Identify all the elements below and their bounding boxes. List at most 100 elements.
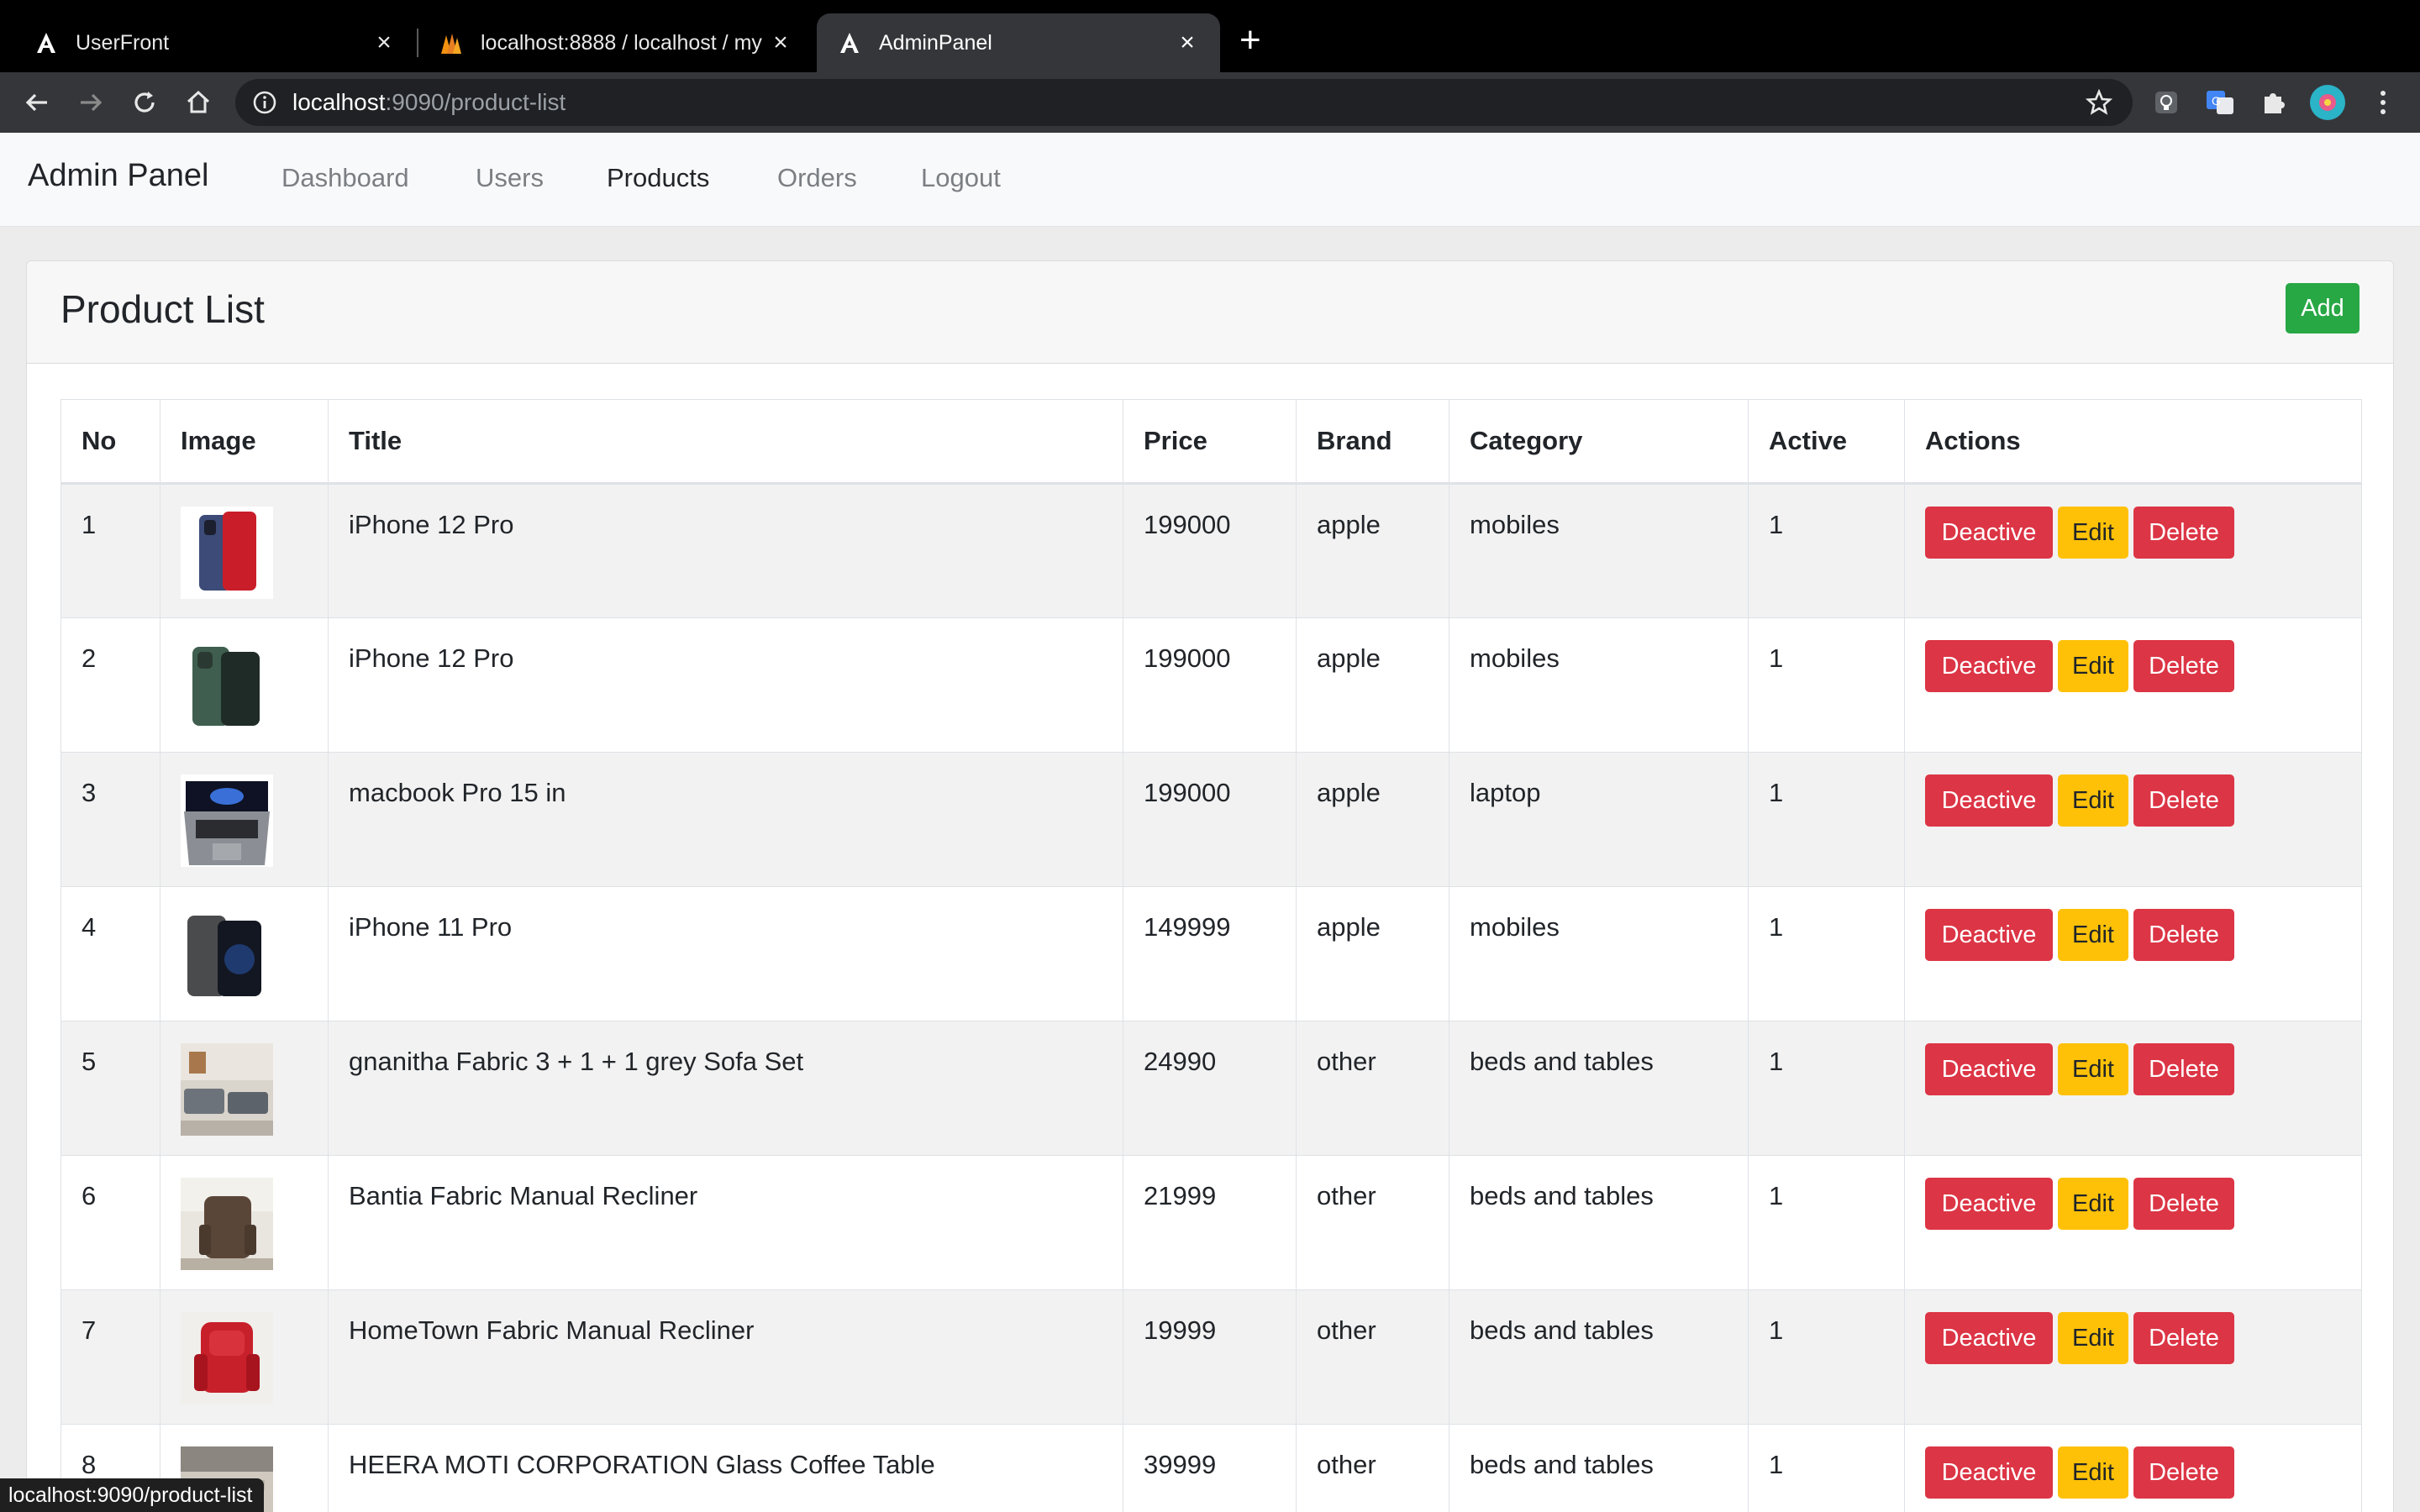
cell-category: mobiles [1449,617,1749,753]
edit-button[interactable]: Edit [2058,1043,2128,1095]
deactive-button[interactable]: Deactive [1925,774,2053,827]
nav-link-users[interactable]: Users [476,163,544,193]
edit-button[interactable]: Edit [2058,909,2128,961]
table-row: 5 gnanitha Fabric 3 + 1 + 1 grey Sofa Se… [60,1021,2362,1156]
nav-link-dashboard[interactable]: Dashboard [281,163,409,193]
table-row: 7 HomeTown Fabric Manual Recliner 19999 … [60,1289,2362,1425]
google-translate-icon[interactable]: G [2200,82,2240,123]
cell-brand: other [1296,1424,1449,1512]
cell-image [160,752,329,887]
deactive-button[interactable]: Deactive [1925,507,2053,559]
cell-active: 1 [1748,886,1905,1021]
delete-button[interactable]: Delete [2133,909,2234,961]
extension-lightbulb-icon[interactable] [2146,82,2186,123]
browser-tab-strip: UserFront × localhost:8888 / localhost /… [0,0,2420,72]
cell-category: beds and tables [1449,1289,1749,1425]
cell-title: macbook Pro 15 in [328,752,1123,887]
cell-brand: other [1296,1155,1449,1290]
cell-actions: Deactive Edit Delete [1904,483,2362,618]
browser-tab-userfront[interactable]: UserFront × [13,13,417,72]
cell-active: 1 [1748,1289,1905,1425]
delete-button[interactable]: Delete [2133,774,2234,827]
edit-button[interactable]: Edit [2058,507,2128,559]
delete-button[interactable]: Delete [2133,1043,2234,1095]
home-icon[interactable] [178,82,218,123]
close-icon[interactable]: × [768,29,793,57]
cell-image [160,1021,329,1156]
cell-price: 199000 [1123,617,1297,753]
browser-toolbar: localhost:9090/product-list G [0,72,2420,133]
extensions-puzzle-icon[interactable] [2254,82,2294,123]
cell-active: 1 [1748,483,1905,618]
url-bar[interactable]: localhost:9090/product-list [235,79,2133,126]
close-icon[interactable]: × [371,29,397,57]
deactive-button[interactable]: Deactive [1925,1178,2053,1230]
cell-image [160,617,329,753]
table-row: 8 HEERA MOTI CORPORATION Glass Coffee Ta… [60,1424,2362,1512]
edit-button[interactable]: Edit [2058,1178,2128,1230]
reload-icon[interactable] [124,82,165,123]
browser-tab-adminpanel[interactable]: AdminPanel × [817,13,1220,72]
table-row: 4 iPhone 11 Pro 149999 apple mobiles 1 D… [60,886,2362,1021]
cell-category: mobiles [1449,886,1749,1021]
star-icon[interactable] [2085,88,2113,120]
tab-title: UserFront [76,30,170,55]
cell-image [160,886,329,1021]
product-image-iphone-12-pro-blue [181,507,273,599]
table-row: 1 iPhone 12 Pro 199000 apple mobiles 1 D… [60,483,2362,618]
deactive-button[interactable]: Deactive [1925,1043,2053,1095]
new-tab-icon[interactable]: + [1239,22,1261,59]
cell-actions: Deactive Edit Delete [1904,1155,2362,1290]
browser-tab-phpmyadmin[interactable]: localhost:8888 / localhost / my × [418,13,813,72]
forward-icon[interactable] [71,82,111,123]
delete-button[interactable]: Delete [2133,1312,2234,1364]
deactive-button[interactable]: Deactive [1925,909,2053,961]
delete-button[interactable]: Delete [2133,640,2234,692]
profile-avatar[interactable] [2307,82,2348,123]
back-icon[interactable] [17,82,57,123]
close-icon[interactable]: × [1175,29,1200,57]
edit-button[interactable]: Edit [2058,1312,2128,1364]
column-header-title: Title [328,399,1123,485]
cell-brand: apple [1296,752,1449,887]
delete-button[interactable]: Delete [2133,507,2234,559]
cell-brand: other [1296,1021,1449,1156]
cell-actions: Deactive Edit Delete [1904,1289,2362,1425]
edit-button[interactable]: Edit [2058,774,2128,827]
cell-actions: Deactive Edit Delete [1904,617,2362,753]
edit-button[interactable]: Edit [2058,1446,2128,1499]
product-list-card: Product List Add No Image Title Price Br… [26,260,2394,1512]
app-navbar: Admin Panel Dashboard Users Products Ord… [0,133,2420,227]
cell-category: laptop [1449,752,1749,887]
table-row: 6 Bantia Fabric Manual Recliner 21999 ot… [60,1155,2362,1290]
deactive-button[interactable]: Deactive [1925,640,2053,692]
deactive-button[interactable]: Deactive [1925,1312,2053,1364]
tab-title: AdminPanel [879,30,992,55]
url-path: :9090/product-list [385,89,566,115]
cell-no: 5 [60,1021,160,1156]
column-header-no: No [60,399,160,485]
more-options-icon[interactable] [2363,82,2403,123]
nav-link-orders[interactable]: Orders [777,163,857,193]
cell-price: 199000 [1123,483,1297,618]
nav-link-products[interactable]: Products [607,163,709,193]
edit-button[interactable]: Edit [2058,640,2128,692]
cell-actions: Deactive Edit Delete [1904,752,2362,887]
angular-icon [837,30,862,55]
column-header-active: Active [1748,399,1905,485]
deactive-button[interactable]: Deactive [1925,1446,2053,1499]
nav-link-logout[interactable]: Logout [921,163,1001,193]
url-host: localhost [292,89,386,115]
delete-button[interactable]: Delete [2133,1446,2234,1499]
delete-button[interactable]: Delete [2133,1178,2234,1230]
column-header-image: Image [160,399,329,485]
cell-no: 7 [60,1289,160,1425]
info-icon[interactable] [252,90,277,115]
navbar-brand[interactable]: Admin Panel [28,158,208,194]
product-image-recliner-brown [181,1178,273,1270]
product-image-iphone-11-pro [181,909,273,1001]
add-product-button[interactable]: Add [2286,283,2360,333]
product-image-sofa-set [181,1043,273,1136]
tab-title: localhost:8888 / localhost / my [481,30,762,55]
angular-icon [34,30,59,55]
